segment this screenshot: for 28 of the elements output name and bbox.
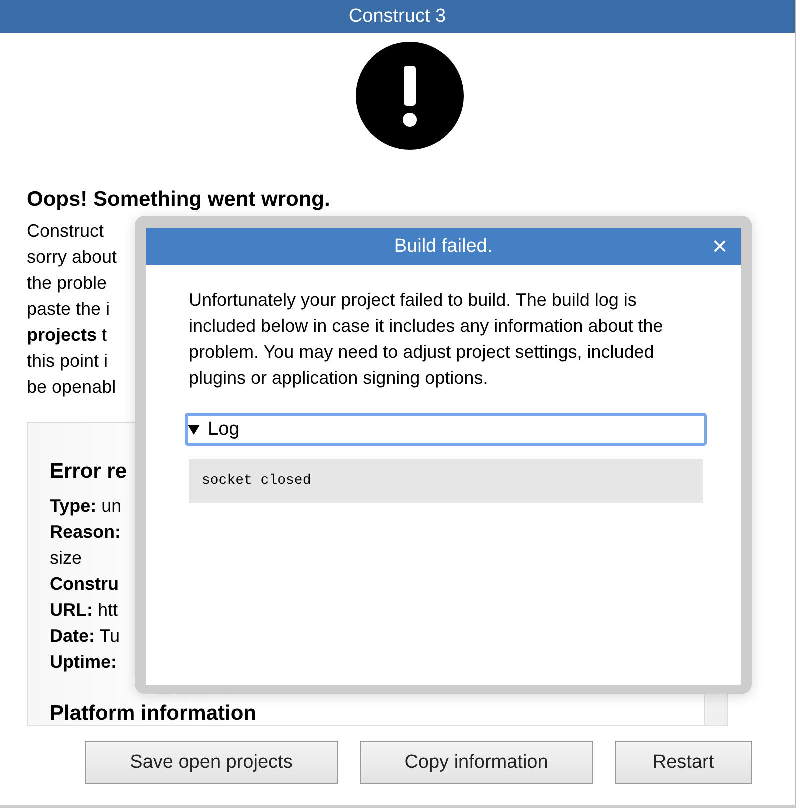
dialog-button[interactable]: Copy information bbox=[360, 741, 593, 784]
report-line: Reason: bbox=[50, 521, 122, 544]
paragraph-line: projects t bbox=[27, 324, 108, 347]
report-line: URL: htt bbox=[50, 599, 118, 622]
paragraph-line: be openabl bbox=[27, 376, 116, 399]
window-title: Construct 3 bbox=[0, 0, 795, 33]
paragraph-line: paste the i bbox=[27, 298, 110, 321]
paragraph-line: sorry about bbox=[27, 246, 118, 269]
dialog-button[interactable]: Save open projects bbox=[85, 741, 338, 784]
close-button[interactable]: × bbox=[707, 232, 733, 260]
dialog-title: Build failed. bbox=[394, 236, 493, 258]
report-line: size bbox=[50, 547, 82, 570]
error-heading: Oops! Something went wrong. bbox=[27, 187, 332, 213]
dialog-message: Unfortunately your project failed to build. The build log is included below in case it includes any information about the problem. You may need to adjust project settings, included plugins or application signing options. bbox=[189, 289, 664, 390]
paragraph-line: this point i bbox=[27, 350, 108, 373]
report-line: Uptime: bbox=[50, 651, 117, 674]
exclamation-icon bbox=[356, 42, 464, 150]
log-output: socket closed bbox=[189, 459, 703, 503]
report-line: Constru bbox=[50, 573, 119, 596]
log-toggle[interactable]: Log bbox=[185, 413, 707, 446]
report-line: Type: un bbox=[50, 495, 122, 518]
triangle-icon bbox=[188, 424, 200, 436]
report-line: Date: Tu bbox=[50, 625, 120, 648]
paragraph-line: Construct bbox=[27, 220, 104, 243]
section-heading: Platform information bbox=[50, 701, 257, 725]
dialog-button[interactable]: Restart bbox=[615, 741, 752, 784]
paragraph-line: the proble bbox=[27, 272, 108, 295]
report-heading: Error re bbox=[50, 459, 128, 485]
